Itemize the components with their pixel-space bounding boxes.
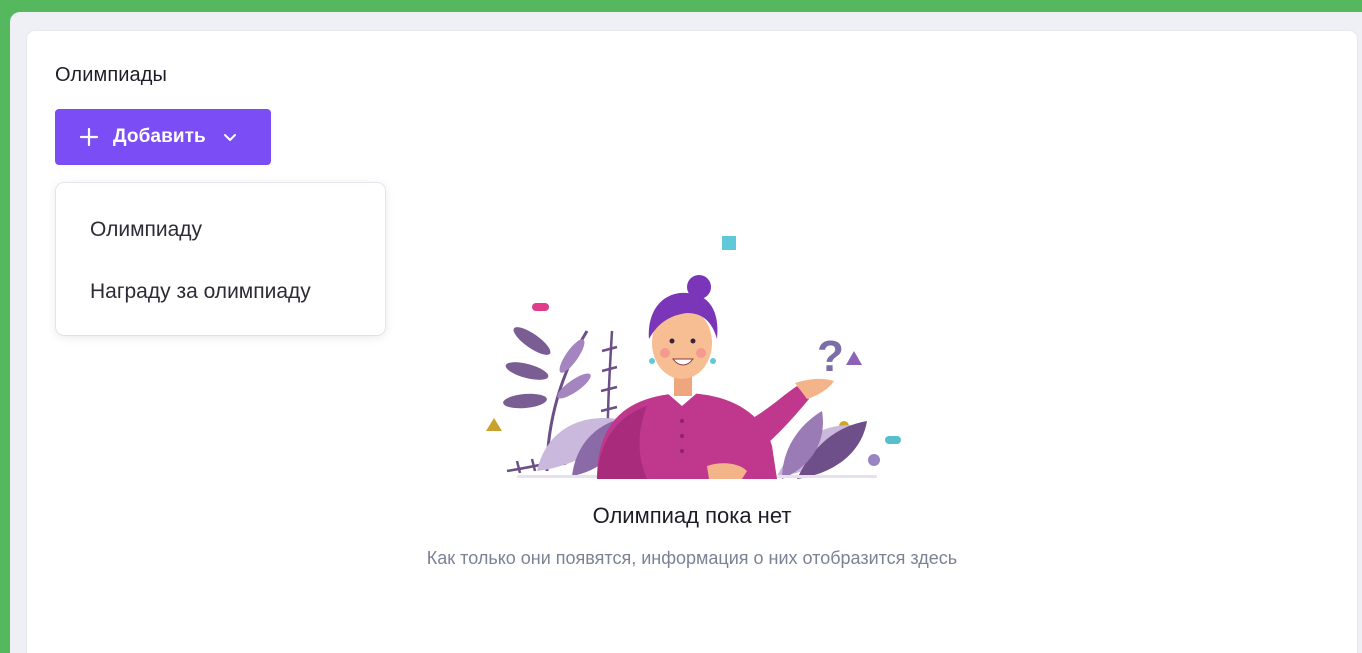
decor-teal-square — [722, 236, 736, 250]
add-button-label: Добавить — [113, 126, 206, 147]
decor-pink-pill — [532, 303, 549, 311]
empty-state-subtitle: Как только они появятся, информация о ни… — [426, 548, 958, 568]
plus-icon — [79, 127, 99, 147]
decor-purple-dot — [868, 454, 880, 466]
decor-purple-triangle — [846, 351, 862, 365]
decor-gold-triangle — [486, 418, 502, 431]
empty-state-illustration: ? — [486, 236, 901, 479]
empty-state-title: Олимпиад пока нет — [592, 503, 792, 528]
menu-item-olympiad-award[interactable]: Награду за олимпиаду — [90, 280, 311, 304]
add-dropdown-menu: Олимпиаду Награду за олимпиаду — [56, 183, 385, 335]
menu-item-olympiad[interactable]: Олимпиаду — [90, 218, 202, 242]
olympiads-card: Олимпиады Добавить Олимпиаду Награду за … — [27, 31, 1357, 653]
add-button[interactable]: Добавить — [55, 109, 271, 165]
woman-neck — [674, 376, 692, 396]
page-title: Олимпиады — [55, 64, 167, 86]
chevron-down-icon — [222, 129, 238, 145]
decor-teal-pill — [885, 436, 901, 444]
woman-hair-bun — [687, 275, 711, 299]
question-mark-icon: ? — [817, 332, 844, 381]
